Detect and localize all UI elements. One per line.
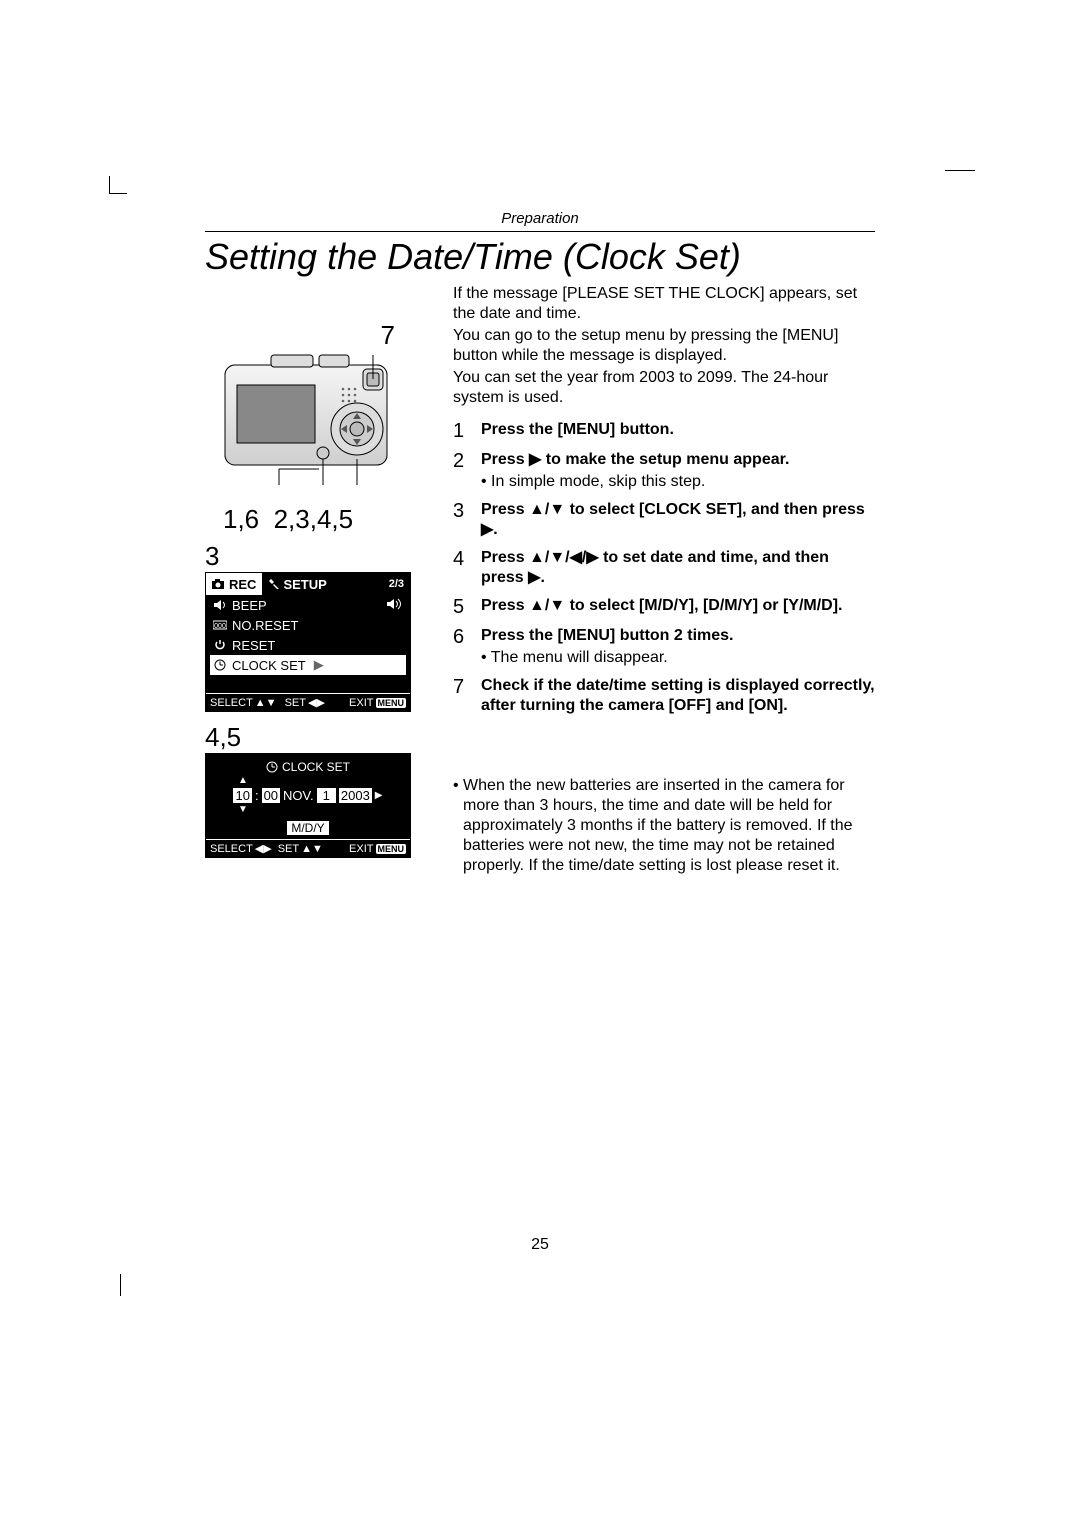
menu-row-reset: RESET: [210, 635, 406, 655]
callouts-row: 1,6 2,3,4,5: [205, 504, 435, 535]
crop-mark: [120, 1274, 121, 1296]
step-4: 4 Press ▲/▼/◀/▶ to set date and time, an…: [453, 548, 875, 588]
callout-45: 4,5: [205, 722, 435, 753]
callout-3: 3: [205, 541, 435, 572]
tab-setup: SETUP 2/3: [262, 577, 410, 592]
leftright-icon: ◀▶: [255, 842, 272, 855]
chevron-right-icon: ▶: [375, 790, 383, 801]
menu-row-no-reset: 000 NO.RESET: [210, 615, 406, 635]
section-label: Preparation: [205, 210, 875, 227]
lcd-clockset-screen: CLOCK SET ▲ 10:00 NOV. 1 2003 ▶ ▼ M/D/Y …: [205, 753, 411, 858]
menu-pill: MENU: [376, 698, 407, 708]
page-number: 25: [0, 1236, 1080, 1254]
step-2-note: In simple mode, skip this step.: [481, 472, 875, 492]
menu-row-clock-set: CLOCK SET ▶: [210, 655, 406, 675]
date-format-box: M/D/Y: [287, 821, 328, 835]
step-7: 7 Check if the date/time setting is disp…: [453, 676, 875, 716]
chevron-right-icon: ▶: [314, 657, 324, 673]
clock-icon: [266, 761, 278, 773]
crop-mark: [945, 170, 975, 171]
svg-text:000: 000: [214, 623, 226, 630]
sound-on-icon: [386, 598, 404, 613]
down-arrow-icon: ▼: [212, 805, 404, 815]
lcd-setup-screen: REC SETUP 2/3 BEEP: [205, 572, 411, 712]
step-3: 3 Press ▲/▼ to select [CLOCK SET], and t…: [453, 500, 875, 540]
steps-list: 1 Press the [MENU] button. 2 Press ▶ to …: [453, 420, 875, 716]
battery-note: When the new batteries are inserted in t…: [453, 776, 875, 876]
wrench-icon: [268, 578, 280, 590]
updown-icon: ▲▼: [301, 843, 323, 855]
clock-icon: [212, 659, 228, 671]
step-6: 6 Press the [MENU] button 2 times. The m…: [453, 626, 875, 668]
step-2: 2 Press ▶ to make the setup menu appear.…: [453, 450, 875, 492]
clock-date-line: 10:00 NOV. 1 2003 ▶: [212, 788, 404, 803]
camera-icon: [212, 579, 226, 590]
intro-text: If the message [PLEASE SET THE CLOCK] ap…: [453, 284, 875, 408]
lcd-hint-bar: SELECT▲▼ SET◀▶ EXIT MENU: [206, 693, 410, 711]
lcd-hint-bar: SELECT◀▶ SET▲▼ EXIT MENU: [206, 839, 410, 857]
menu-row-beep: BEEP: [210, 595, 406, 615]
step-5: 5 Press ▲/▼ to select [M/D/Y], [D/M/Y] o…: [453, 596, 875, 618]
updown-icon: ▲▼: [255, 697, 277, 709]
counter-icon: 000: [212, 620, 228, 630]
step-6-note: The menu will disappear.: [481, 648, 875, 668]
clockset-title: CLOCK SET: [212, 760, 404, 774]
tab-rec: REC: [206, 573, 262, 595]
up-arrow-icon: ▲: [212, 776, 404, 786]
menu-pill: MENU: [376, 844, 407, 854]
reset-icon: [212, 639, 228, 651]
crop-mark: [109, 176, 127, 194]
leftright-icon: ◀▶: [308, 696, 325, 709]
speaker-icon: [212, 599, 228, 611]
divider: [205, 231, 875, 232]
page-title: Setting the Date/Time (Clock Set): [205, 236, 875, 278]
step-1: 1 Press the [MENU] button.: [453, 420, 875, 442]
camera-illustration: [205, 345, 415, 500]
